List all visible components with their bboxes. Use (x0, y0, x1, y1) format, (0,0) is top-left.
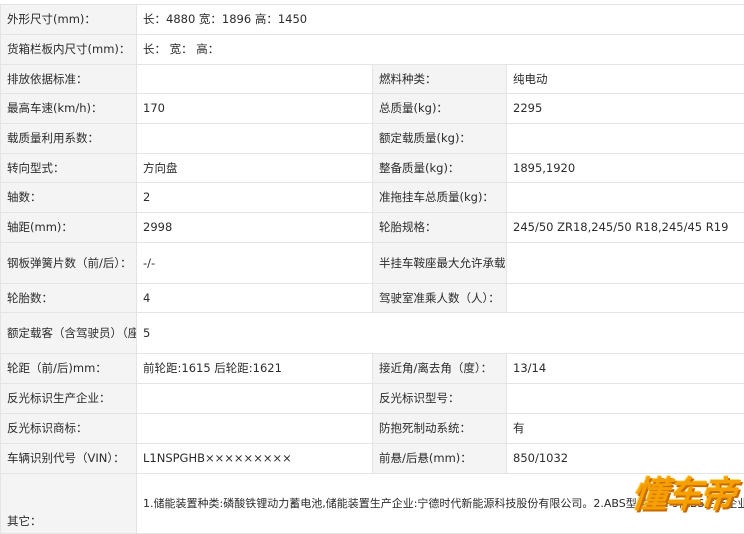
fuel-type-label: 燃料种类： (373, 65, 507, 94)
spec-row: 外形尺寸(mm)： 长：4880 宽：1896 高：1450 (1, 5, 744, 35)
tire-spec-value: 245/50 ZR18,245/50 R18,245/45 R19 (507, 213, 744, 243)
approach-departure-label: 接近角/离去角（度）： (373, 354, 507, 384)
spec-row: 轮胎数： 4 驾驶室准乘人数（人）： (1, 284, 744, 313)
overhang-label: 前悬/后悬(mm)： (373, 444, 507, 474)
approach-departure-value: 13/14 (507, 354, 744, 384)
leaf-spring-value: -/- (137, 243, 373, 284)
track-width-value: 前轮距:1615 后轮距:1621 (137, 354, 373, 384)
reflector-brand-label: 反光标识商标： (1, 414, 137, 444)
spec-row: 反光标识商标： 防抱死制动系统： 有 (1, 414, 744, 444)
rated-passengers-label: 额定载客（含驾驶员）（座位数）： (1, 313, 137, 354)
reflector-maker-label: 反光标识生产企业： (1, 384, 137, 414)
track-width-label: 轮距（前/后)mm： (1, 354, 137, 384)
curb-mass-value: 1895,1920 (507, 154, 744, 183)
reflector-brand-value (137, 414, 373, 444)
spec-row: 反光标识生产企业： 反光标识型号： (1, 384, 744, 414)
rated-load-label: 额定载质量(kg)： (373, 124, 507, 154)
cargo-box-dimensions-label: 货箱栏板内尺寸(mm)： (1, 35, 137, 65)
spec-row: 货箱栏板内尺寸(mm)： 长： 宽： 高： (1, 35, 744, 65)
spec-row: 转向型式： 方向盘 整备质量(kg)： 1895,1920 (1, 154, 744, 183)
axle-count-value: 2 (137, 183, 373, 213)
spec-row: 车辆识别代号（VIN）： L1NSPGHB××××××××× 前悬/后悬(mm)… (1, 444, 744, 474)
spec-row: 最高车速(km/h)： 170 总质量(kg)： 2295 (1, 94, 744, 124)
emission-standard-value (137, 65, 373, 94)
tire-count-label: 轮胎数： (1, 284, 137, 313)
curb-mass-label: 整备质量(kg)： (373, 154, 507, 183)
tire-spec-label: 轮胎规格： (373, 213, 507, 243)
saddle-load-value (507, 243, 744, 284)
trailer-mass-value (507, 183, 744, 213)
fuel-type-value: 纯电动 (507, 65, 744, 94)
spec-row: 钢板弹簧片数（前/后）： -/- 半挂车鞍座最大允许承载质量(kg)： (1, 243, 744, 284)
rated-passengers-value: 5 (137, 313, 744, 354)
emission-standard-label: 排放依据标准： (1, 65, 137, 94)
max-speed-label: 最高车速(km/h)： (1, 94, 137, 124)
gross-mass-label: 总质量(kg)： (373, 94, 507, 124)
steering-type-label: 转向型式： (1, 154, 137, 183)
leaf-spring-label: 钢板弹簧片数（前/后）： (1, 243, 137, 284)
wheelbase-label: 轴距(mm)： (1, 213, 137, 243)
spec-row: 排放依据标准： 燃料种类： 纯电动 (1, 65, 744, 94)
gross-mass-value: 2295 (507, 94, 744, 124)
cab-capacity-label: 驾驶室准乘人数（人）： (373, 284, 507, 313)
load-utilization-value (137, 124, 373, 154)
abs-value: 有 (507, 414, 744, 444)
max-speed-value: 170 (137, 94, 373, 124)
reflector-model-label: 反光标识型号： (373, 384, 507, 414)
axle-count-label: 轴数： (1, 183, 137, 213)
vehicle-spec-table: 外形尺寸(mm)： 长：4880 宽：1896 高：1450 货箱栏板内尺寸(m… (0, 4, 744, 534)
abs-label: 防抱死制动系统： (373, 414, 507, 444)
watermark-logo: 懂车帝 (629, 466, 736, 518)
steering-type-value: 方向盘 (137, 154, 373, 183)
reflector-model-value (507, 384, 744, 414)
saddle-load-label: 半挂车鞍座最大允许承载质量(kg)： (373, 243, 507, 284)
spec-row: 额定载客（含驾驶员）（座位数）： 5 (1, 313, 744, 354)
spec-row: 轴距(mm)： 2998 轮胎规格： 245/50 ZR18,245/50 R1… (1, 213, 744, 243)
spec-row: 轴数： 2 准拖挂车总质量(kg)： (1, 183, 744, 213)
vin-label: 车辆识别代号（VIN）： (1, 444, 137, 474)
cargo-box-dimensions-value: 长： 宽： 高： (137, 35, 744, 65)
spec-row: 载质量利用系数： 额定载质量(kg)： (1, 124, 744, 154)
cab-capacity-value (507, 284, 744, 313)
other-label: 其它： (1, 474, 137, 534)
load-utilization-label: 载质量利用系数： (1, 124, 137, 154)
trailer-mass-label: 准拖挂车总质量(kg)： (373, 183, 507, 213)
dimensions-value: 长：4880 宽：1896 高：1450 (137, 5, 744, 35)
reflector-maker-value (137, 384, 373, 414)
wheelbase-value: 2998 (137, 213, 373, 243)
vin-value: L1NSPGHB××××××××× (137, 444, 373, 474)
dimensions-label: 外形尺寸(mm)： (1, 5, 137, 35)
rated-load-value (507, 124, 744, 154)
tire-count-value: 4 (137, 284, 373, 313)
spec-row: 轮距（前/后)mm： 前轮距:1615 后轮距:1621 接近角/离去角（度）：… (1, 354, 744, 384)
